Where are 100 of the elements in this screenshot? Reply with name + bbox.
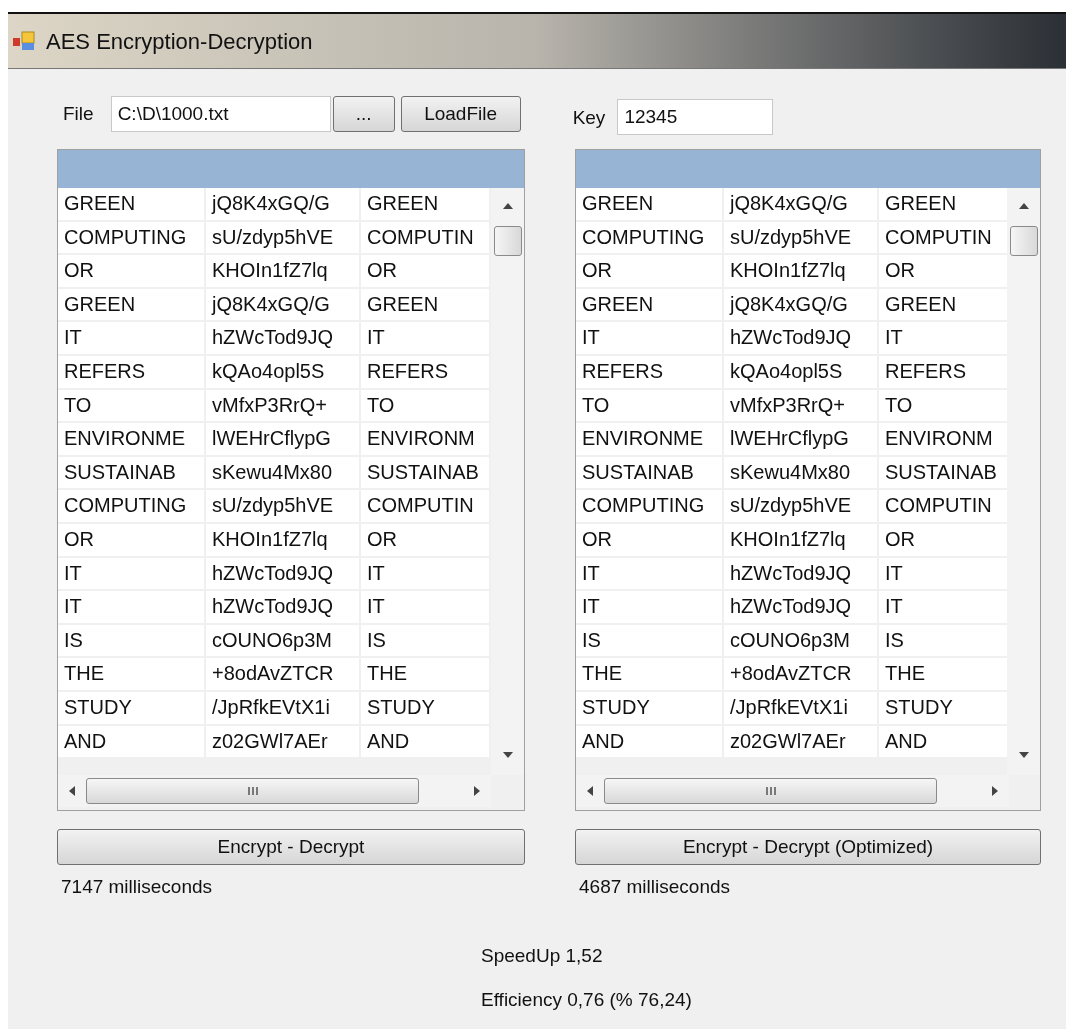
grid-cell: IT xyxy=(361,322,491,356)
up-arrow-icon[interactable] xyxy=(501,202,514,210)
grid-cell: KHOIn1fZ7lq xyxy=(206,523,361,558)
grid-cell: IT xyxy=(361,557,491,592)
grid-cell: OR xyxy=(576,255,724,289)
grid-cell: AND xyxy=(361,725,491,760)
grid-cell: KHOIn1fZ7lq xyxy=(724,255,879,289)
grid-cell: TO xyxy=(58,389,206,424)
grid-cell: sU/zdyp5hVE xyxy=(206,490,361,524)
file-label: File xyxy=(63,101,94,126)
grid-cell: COMPUTING xyxy=(576,221,724,256)
grid-cell: ENVIRONME xyxy=(576,423,724,457)
grid-cell: lWEHrCflypG xyxy=(724,423,879,457)
data-grid[interactable] xyxy=(57,149,525,811)
grid-cell: ENVIRONME xyxy=(58,423,206,457)
grid-cell: GREEN xyxy=(879,188,1008,222)
browse-button[interactable]: ... xyxy=(332,96,395,132)
grid-cell: sKewu4Mx80 xyxy=(724,456,879,491)
grid-cell: OR xyxy=(361,523,491,558)
down-arrow-icon[interactable] xyxy=(1017,751,1030,759)
grid-cell: z02GWl7AEr xyxy=(724,725,879,760)
grid-cell: hZWcTod9JQ xyxy=(724,591,879,625)
grid-cell: hZWcTod9JQ xyxy=(724,322,879,356)
grid-cell: ENVIRONM xyxy=(361,423,491,457)
grid-cell: sKewu4Mx80 xyxy=(206,456,361,491)
grid-cell: THE xyxy=(879,658,1008,692)
grid-cell: jQ8K4xGQ/G xyxy=(724,188,879,222)
grid-cell: AND xyxy=(879,725,1008,760)
grid-cell: AND xyxy=(58,725,206,760)
grid-cell: sU/zdyp5hVE xyxy=(206,221,361,256)
grid-cell: vMfxP3RrQ+ xyxy=(206,389,361,424)
grid-cell: IT xyxy=(576,557,724,592)
grid-cell: KHOIn1fZ7lq xyxy=(206,255,361,289)
grid-cell: hZWcTod9JQ xyxy=(206,322,361,356)
efficiency-text: Efficiency 0,76 (% 76,24) xyxy=(481,988,693,1012)
encrypt-decrypt-button[interactable]: Encrypt - Decrypt (Optimized) xyxy=(575,829,1041,865)
speedup-text: SpeedUp 1,52 xyxy=(481,943,604,968)
grid-cell: OR xyxy=(361,255,491,289)
left-arrow-icon[interactable] xyxy=(586,785,594,797)
scrollbar-thumb[interactable] xyxy=(493,226,522,256)
grid-cell: IT xyxy=(58,591,206,625)
grid-cell: REFERS xyxy=(576,355,724,390)
grid-cell: /JpRfkEVtX1i xyxy=(724,691,879,726)
grid-cell: IT xyxy=(879,322,1008,356)
grid-cell: IS xyxy=(879,624,1008,659)
grid-cell: SUSTAINAB xyxy=(58,456,206,491)
grid-cell: OR xyxy=(879,255,1008,289)
grid-cell: /JpRfkEVtX1i xyxy=(206,691,361,726)
file-path-field[interactable]: C:\D\1000.txt xyxy=(110,96,331,132)
grid-cell: SUSTAINAB xyxy=(361,456,491,491)
grid-cell: jQ8K4xGQ/G xyxy=(724,288,879,323)
grid-cell: cOUNO6p3M xyxy=(206,624,361,659)
left-arrow-icon[interactable] xyxy=(68,785,76,797)
grid-cell: OR xyxy=(58,255,206,289)
grid-cell: COMPUTIN xyxy=(361,490,491,524)
grid-cell: GREEN xyxy=(879,288,1008,323)
grid-cell: lWEHrCflypG xyxy=(206,423,361,457)
key-field[interactable]: 12345 xyxy=(617,99,774,135)
grid-cell: jQ8K4xGQ/G xyxy=(206,188,361,222)
grid-cell: IS xyxy=(361,624,491,659)
right-arrow-icon[interactable] xyxy=(473,785,481,797)
grid-cell: IT xyxy=(361,591,491,625)
grid-cell: IT xyxy=(576,322,724,356)
grid-cell: hZWcTod9JQ xyxy=(724,557,879,592)
grid-cell: TO xyxy=(361,389,491,424)
grid-cell: TO xyxy=(879,389,1008,424)
scrollbar-thumb[interactable] xyxy=(1009,226,1038,256)
grid-cell: OR xyxy=(58,523,206,558)
grid-cell: AND xyxy=(576,725,724,760)
encrypt-decrypt-button[interactable]: Encrypt - Decrypt xyxy=(57,829,525,865)
grid-cell: +8odAvZTCR xyxy=(724,658,879,692)
grid-cell: IT xyxy=(58,557,206,592)
grid-cell: GREEN xyxy=(58,188,206,222)
grid-cell: TO xyxy=(576,389,724,424)
grid-cell: GREEN xyxy=(58,288,206,323)
grid-cell: IS xyxy=(576,624,724,659)
grid-cell: COMPUTIN xyxy=(361,221,491,256)
grid-cell: GREEN xyxy=(576,188,724,222)
grid-cell: +8odAvZTCR xyxy=(206,658,361,692)
right-arrow-icon[interactable] xyxy=(991,785,999,797)
data-grid[interactable] xyxy=(575,149,1041,811)
grid-cell: STUDY xyxy=(361,691,491,726)
grid-cell: STUDY xyxy=(576,691,724,726)
grid-cell: GREEN xyxy=(361,288,491,323)
grid-cell: COMPUTING xyxy=(576,490,724,524)
grid-cell: STUDY xyxy=(58,691,206,726)
grip-icon xyxy=(764,786,777,796)
grid-cell: SUSTAINAB xyxy=(576,456,724,491)
window-title: AES Encryption-Decryption xyxy=(46,27,313,56)
load-file-button[interactable]: LoadFile xyxy=(400,96,521,132)
scrollbar-thumb[interactable] xyxy=(86,778,419,804)
elapsed-time-text: 7147 milliseconds xyxy=(61,875,214,899)
up-arrow-icon[interactable] xyxy=(1017,202,1030,210)
key-label: Key xyxy=(572,105,606,130)
grid-cell: IT xyxy=(879,591,1008,625)
scrollbar-thumb[interactable] xyxy=(604,778,937,804)
down-arrow-icon[interactable] xyxy=(501,751,514,759)
grid-cell: COMPUTIN xyxy=(879,490,1008,524)
grid-cell: sU/zdyp5hVE xyxy=(724,221,879,256)
grid-cell: IT xyxy=(576,591,724,625)
